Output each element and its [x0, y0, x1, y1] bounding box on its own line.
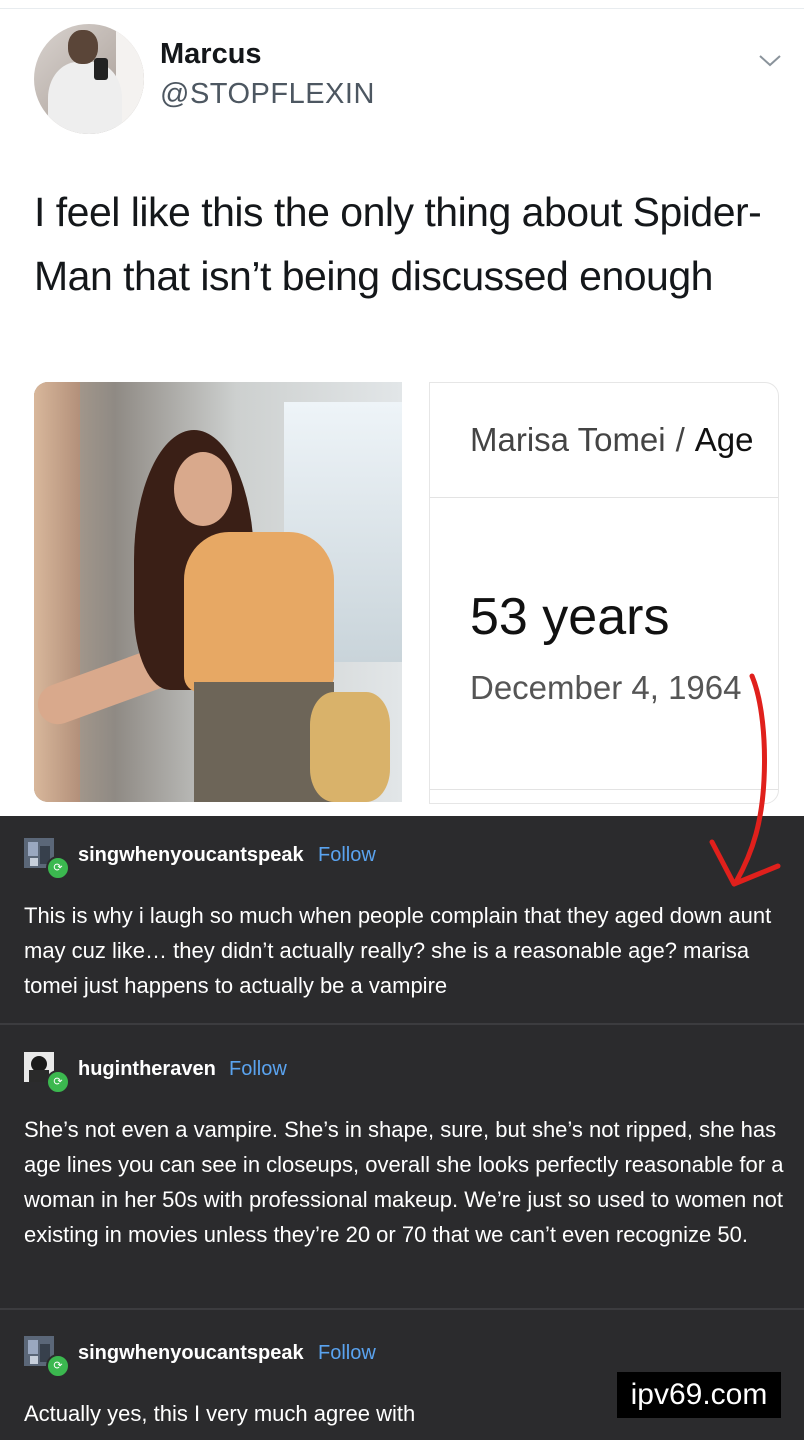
reblog-icon: ⟳: [46, 856, 70, 880]
post-text: She’s not even a vampire. She’s in shape…: [24, 1117, 784, 1247]
post-text: This is why i laugh so much when people …: [24, 903, 772, 998]
divider: [430, 497, 778, 498]
chevron-down-icon[interactable]: [756, 46, 784, 74]
divider: [0, 1308, 804, 1310]
age-card-breadcrumb: Marisa Tomei / Age: [470, 421, 754, 459]
post-avatar[interactable]: ⟳: [24, 1052, 70, 1094]
post-username[interactable]: singwhenyoucantspeak: [78, 844, 304, 867]
follow-button[interactable]: Follow: [318, 1342, 376, 1365]
post-username[interactable]: singwhenyoucantspeak: [78, 1342, 304, 1365]
photo-face: [174, 452, 232, 526]
reblog-icon: ⟳: [46, 1070, 70, 1094]
age-card-subject[interactable]: Marisa Tomei: [470, 421, 666, 458]
post-username[interactable]: hugintheraven: [78, 1058, 216, 1081]
post-avatar[interactable]: ⟳: [24, 838, 70, 880]
tweet-avatar[interactable]: [34, 24, 144, 134]
tweet-photo[interactable]: [34, 382, 402, 802]
photo-top: [184, 532, 334, 692]
tumblr-thread: ⟳ singwhenyoucantspeak Follow This is wh…: [0, 816, 804, 1440]
follow-button[interactable]: Follow: [229, 1058, 287, 1081]
tweet-handle[interactable]: @STOPFLEXIN: [160, 78, 375, 111]
follow-button[interactable]: Follow: [318, 844, 376, 867]
tweet-card: Marcus @STOPFLEXIN I feel like this the …: [0, 0, 804, 816]
divider: [0, 1023, 804, 1025]
avatar-figure: [48, 62, 122, 134]
photo-doorframe: [34, 382, 80, 802]
age-card-attribute: Age: [694, 421, 754, 458]
post-avatar[interactable]: ⟳: [24, 1336, 70, 1378]
tweet-display-name[interactable]: Marcus: [160, 38, 262, 71]
age-card-value: 53 years: [470, 588, 670, 646]
red-arrow-annotation: [709, 673, 781, 887]
divider: [0, 8, 804, 9]
photo-jacket: [310, 692, 390, 802]
watermark: ipv69.com: [617, 1372, 781, 1418]
tweet-text: I feel like this the only thing about Sp…: [34, 189, 762, 299]
reblog-icon: ⟳: [46, 1354, 70, 1378]
avatar-phone: [94, 58, 108, 80]
age-card-separator: /: [675, 421, 685, 458]
